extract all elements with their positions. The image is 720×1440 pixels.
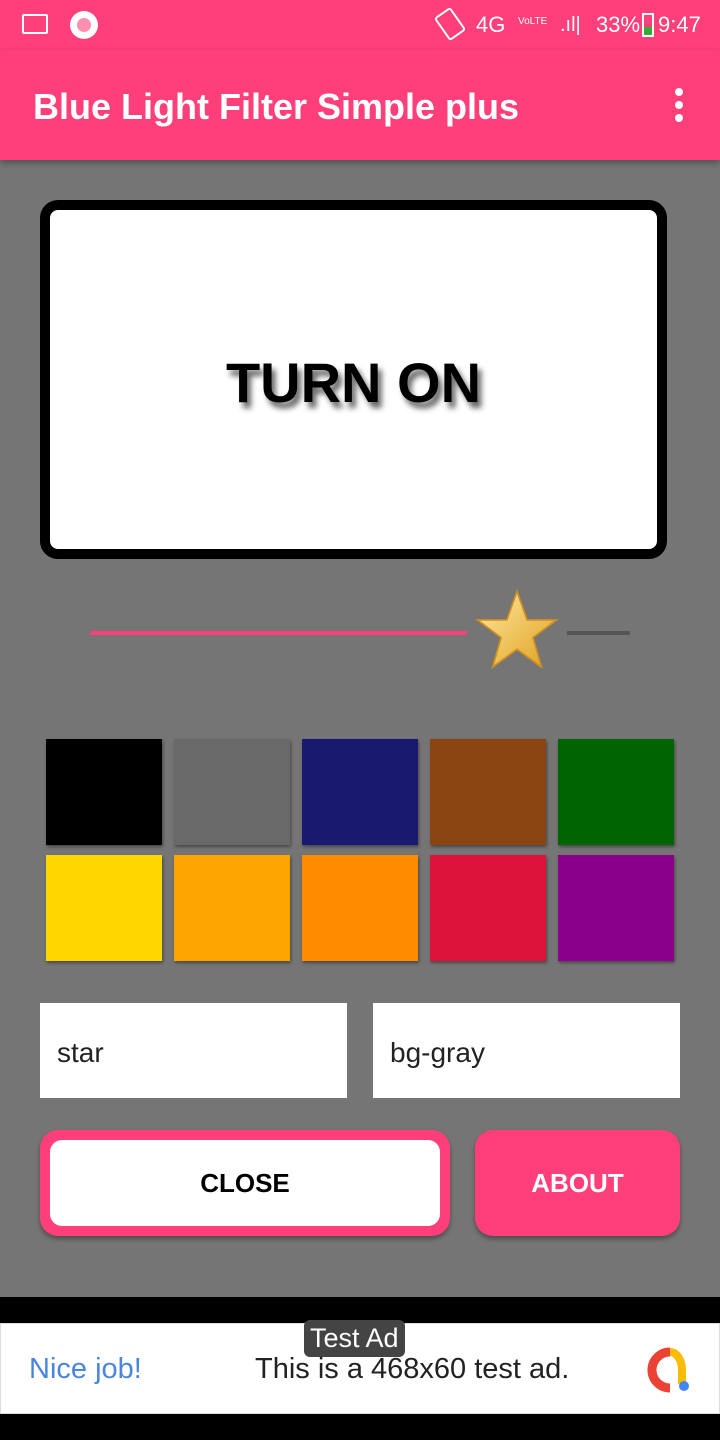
clock: 9:47 — [658, 12, 701, 37]
about-button[interactable]: ABOUT — [475, 1130, 680, 1236]
battery-icon — [642, 13, 654, 37]
close-label: CLOSE — [50, 1140, 440, 1226]
color-swatch[interactable] — [174, 855, 290, 961]
app-title: Blue Light Filter Simple plus — [33, 86, 520, 127]
slider-track-active — [90, 631, 467, 635]
color-swatch[interactable] — [46, 739, 162, 845]
color-swatch[interactable] — [174, 739, 290, 845]
adsense-logo-icon — [647, 1347, 689, 1393]
signal-icon: .ıl| — [560, 14, 581, 36]
image-icon — [22, 14, 48, 34]
color-swatch[interactable] — [558, 739, 674, 845]
color-swatch[interactable] — [46, 855, 162, 961]
slider-track-inactive — [566, 631, 630, 635]
test-ad-badge: Test Ad — [304, 1320, 405, 1357]
color-palette — [46, 739, 674, 961]
rotate-icon — [433, 6, 467, 42]
ad-headline: Nice job! — [29, 1353, 142, 1385]
record-icon — [70, 11, 98, 39]
color-swatch[interactable] — [302, 855, 418, 961]
color-swatch[interactable] — [558, 855, 674, 961]
network-type: 4G — [476, 12, 506, 37]
turn-on-button[interactable]: TURN ON — [40, 200, 667, 559]
color-swatch[interactable] — [302, 739, 418, 845]
star-icon[interactable] — [474, 588, 559, 672]
turn-on-label: TURN ON — [225, 351, 482, 414]
app-bar: Blue Light Filter Simple plus — [0, 50, 720, 160]
color-swatch[interactable] — [430, 739, 546, 845]
color-swatch[interactable] — [430, 855, 546, 961]
battery-percent: 33% — [596, 12, 641, 37]
status-bar: 4G VoLTE .ıl| 33% 9:47 — [0, 0, 720, 50]
thumb-style-field[interactable]: star — [40, 1003, 347, 1098]
ad-text: This is a 468x60 test ad. — [255, 1353, 570, 1385]
close-button[interactable]: CLOSE — [40, 1130, 450, 1236]
more-vert-icon[interactable] — [674, 88, 684, 122]
background-style-field[interactable]: bg-gray — [373, 1003, 680, 1098]
volte-icon: VoLTE — [518, 16, 548, 27]
